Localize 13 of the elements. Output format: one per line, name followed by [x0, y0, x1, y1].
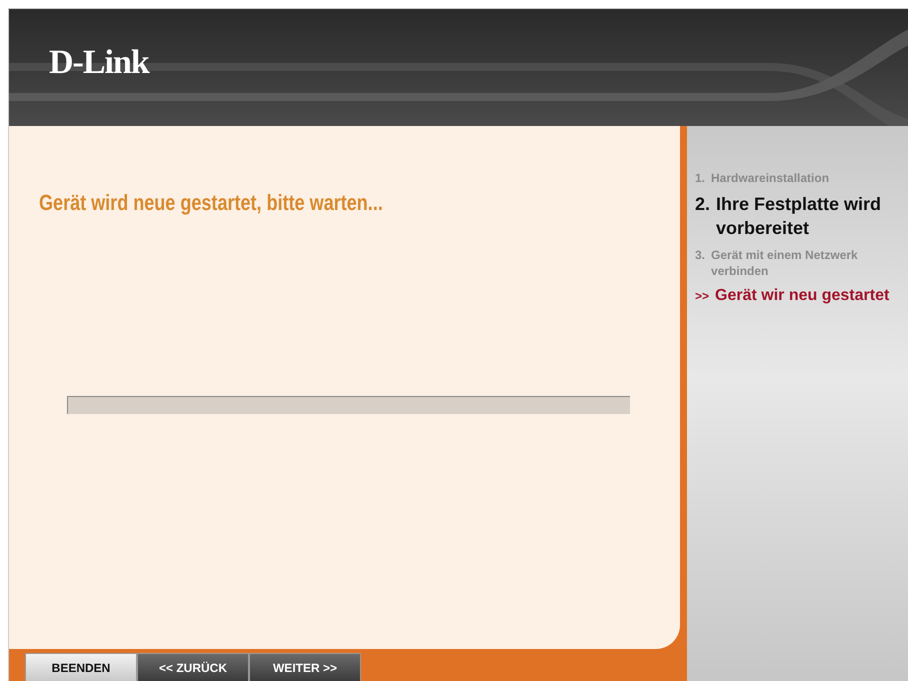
step-number: 2.	[695, 193, 710, 216]
wizard-button[interactable]: << ZURÜCK	[137, 653, 249, 681]
step-label: Ihre Festplatte wird vorbereitet	[716, 193, 882, 240]
step-number: 1.	[695, 170, 706, 186]
logo: D-Link	[49, 44, 149, 82]
step-number: 3.	[695, 246, 706, 264]
wizard-button[interactable]: BEENDEN	[25, 653, 137, 681]
wizard-button[interactable]: WEITER >>	[249, 653, 361, 681]
step-label: Hardwareinstallation	[711, 170, 830, 186]
step-label: Gerät wir neu gestartet	[715, 286, 890, 306]
step-label: Gerät mit einem Netzwerk verbinden	[711, 246, 859, 280]
step-marker: >>	[695, 288, 710, 304]
status-heading: Gerät wird neue gestartet, bitte warten...	[39, 190, 384, 216]
